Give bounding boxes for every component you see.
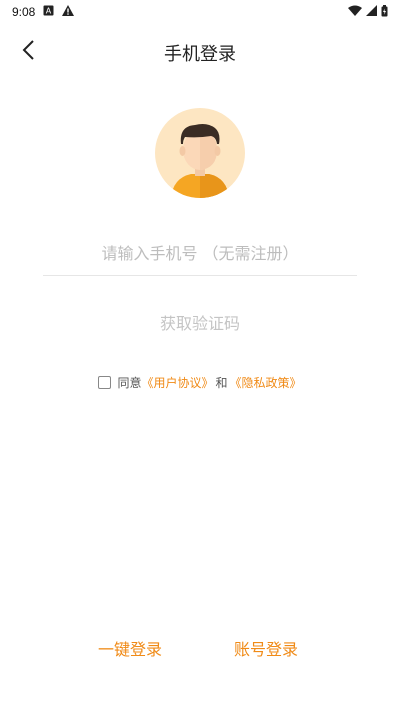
account-login-button[interactable]: 账号登录 [234,636,298,660]
phone-input[interactable] [43,232,357,276]
battery-icon [381,4,388,20]
status-left: 9:08 A [12,5,75,19]
status-right [348,4,388,20]
get-code-button[interactable]: 获取验证码 [0,310,400,334]
user-agreement-link[interactable]: 《用户协议》 [141,374,213,391]
avatar [155,108,245,198]
agreement-row: 同意 《用户协议》 和 《隐私政策》 [0,374,400,391]
a-letter-icon: A [43,5,54,19]
privacy-policy-link[interactable]: 《隐私政策》 [230,374,302,391]
nav-bar: 手机登录 [0,30,400,74]
agreement-prefix: 同意 [117,376,142,390]
agreement-conjunction: 和 [215,376,228,390]
quick-login-button[interactable]: 一键登录 [98,636,162,660]
signal-icon [366,5,377,19]
status-time: 9:08 [12,5,36,19]
svg-text:A: A [46,7,52,16]
agreement-checkbox[interactable] [98,376,112,389]
user-avatar-icon [171,124,229,198]
status-bar: 9:08 A [0,0,400,24]
wifi-icon [348,5,362,19]
page-title: 手机登录 [164,44,236,65]
warning-icon [62,5,75,19]
